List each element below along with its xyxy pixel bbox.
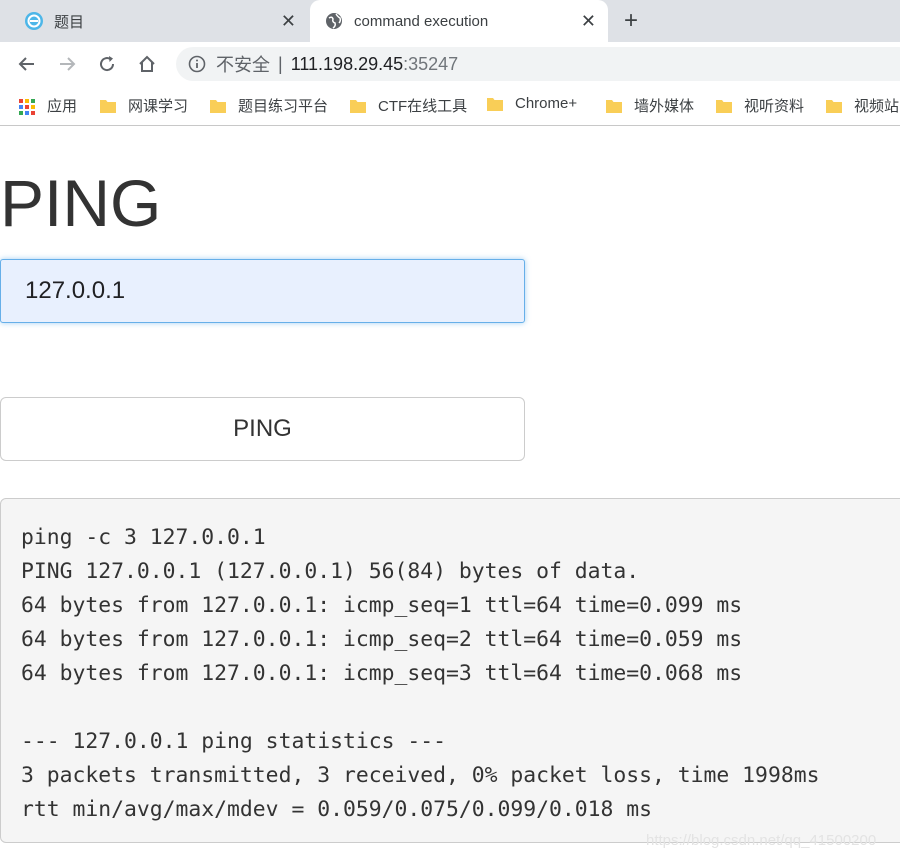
bookmark-label: 墙外媒体 [634,98,695,115]
globe-icon [324,11,344,31]
bookmark-label: 网课学习 [128,98,189,115]
info-icon[interactable] [188,55,206,73]
output-line: rtt min/avg/max/mdev = 0.059/0.075/0.099… [21,797,653,822]
omnibox-divider: | [278,53,283,74]
home-icon[interactable] [135,52,159,76]
browser-toolbar: 不安全 | 111.198.29.45:35247 [0,42,900,86]
back-arrow-icon[interactable] [15,52,39,76]
close-tab-icon[interactable]: ✕ [281,11,296,31]
output-line: --- 127.0.0.1 ping statistics --- [21,729,446,754]
tab-question[interactable]: 题目 ✕ [0,0,308,42]
folder-icon [716,99,732,113]
bookmark-label: 应用 [47,98,78,115]
output-line: PING 127.0.0.1 (127.0.0.1) 56(84) bytes … [21,559,640,584]
bookmark-folder[interactable]: 视听资料 [716,95,804,116]
ip-address-input[interactable] [0,259,525,323]
output-line: ping -c 3 127.0.0.1 [21,525,266,550]
output-line: 3 packets transmitted, 3 received, 0% pa… [21,763,820,788]
tab-title: 题目 [54,13,85,31]
folder-icon [826,99,842,113]
folder-icon [100,99,116,113]
close-tab-icon[interactable]: ✕ [581,11,596,31]
output-line: 64 bytes from 127.0.0.1: icmp_seq=1 ttl=… [21,593,743,618]
bookmark-label: CTF在线工具 [378,98,468,115]
bookmarks-bar: 应用 网课学习 题目练习平台 CTF在线工具 Chrome+ 墙外媒体 视听资料… [0,86,900,126]
folder-icon [487,97,503,111]
command-output: ping -c 3 127.0.0.1 PING 127.0.0.1 (127.0… [0,498,900,843]
folder-icon [210,99,226,113]
bookmark-label: 视频站 [854,98,900,115]
bookmark-folder[interactable]: CTF在线工具 [350,95,467,116]
bookmark-label: 视听资料 [744,98,805,115]
tab-title: command execution [354,12,489,30]
tab-command-execution[interactable]: command execution ✕ [310,0,608,42]
apps-grid-icon [19,98,35,115]
bookmark-folder[interactable]: 题目练习平台 [210,95,328,116]
output-line: 64 bytes from 127.0.0.1: icmp_seq=3 ttl=… [21,661,743,686]
bookmark-label: 题目练习平台 [238,98,329,115]
address-bar[interactable]: 不安全 | 111.198.29.45:35247 [176,47,900,81]
site-logo-icon [24,11,44,31]
folder-icon [350,99,366,113]
bookmark-folder[interactable]: 墙外媒体 [606,95,694,116]
page-title: PING [0,166,162,240]
url-host: 111.198.29.45 [290,53,404,74]
bookmark-label: Chrome+ [515,95,578,112]
bookmark-folder[interactable]: 视频站 [826,95,899,116]
bookmark-folder[interactable]: Chrome+ [487,95,577,112]
watermark: https://blog.csdn.net/qq_41500200 [646,832,877,849]
bookmark-apps[interactable]: 应用 [19,95,77,116]
bookmark-folder[interactable]: 网课学习 [100,95,188,116]
new-tab-icon[interactable]: + [624,8,638,34]
reload-icon[interactable] [95,52,119,76]
security-label: 不安全 [216,55,270,75]
output-line: 64 bytes from 127.0.0.1: icmp_seq=2 ttl=… [21,627,743,652]
folder-icon [606,99,622,113]
tab-strip: 题目 ✕ command execution ✕ + [0,0,900,42]
ping-button[interactable]: PING [0,397,525,461]
forward-arrow-icon[interactable] [55,52,79,76]
url-port: :35247 [403,53,459,74]
